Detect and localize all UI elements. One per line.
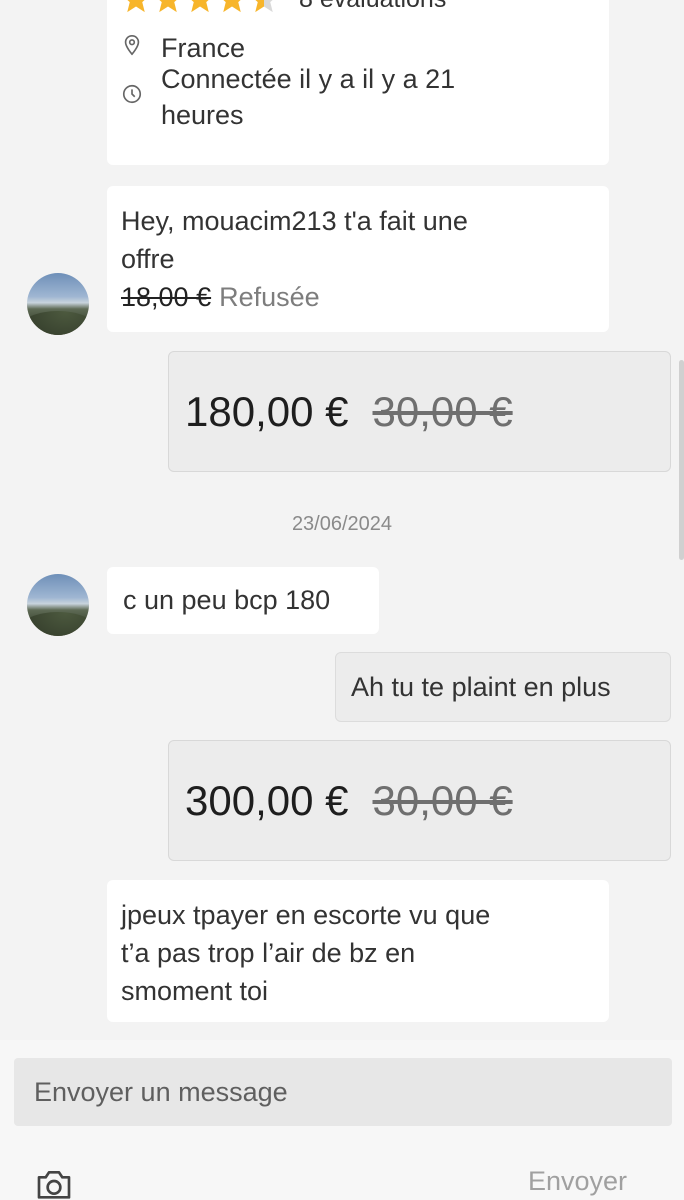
star-icon bbox=[121, 0, 151, 14]
last-seen-row: Connectée il y a il y a 21 heures bbox=[121, 61, 455, 133]
star-icon bbox=[217, 0, 247, 14]
camera-icon[interactable] bbox=[34, 1164, 74, 1200]
date-separator: 23/06/2024 bbox=[291, 513, 393, 535]
rating-row: 8 évaluations bbox=[121, 0, 446, 14]
offer-price-new: 180,00 € bbox=[185, 387, 349, 435]
offer-status-row: 18,00 € Refusée bbox=[121, 278, 595, 316]
offer-price-new: 300,00 € bbox=[185, 776, 349, 824]
scrollbar[interactable] bbox=[679, 360, 684, 560]
last-seen-line-2: heures bbox=[161, 100, 244, 130]
clock-icon bbox=[121, 83, 143, 105]
outgoing-message: Ah tu te plaint en plus bbox=[335, 652, 671, 722]
offer-text-line-2: offre bbox=[121, 244, 175, 274]
offer-status: Refusée bbox=[219, 282, 320, 312]
profile-card: 8 évaluations France Connectée il y a il… bbox=[107, 0, 609, 165]
message-line-1: jpeux tpayer en escorte vu que bbox=[121, 900, 491, 930]
avatar[interactable] bbox=[27, 574, 89, 636]
location-pin-icon bbox=[121, 34, 143, 56]
star-icon bbox=[185, 0, 215, 14]
chat-screen: 8 évaluations France Connectée il y a il… bbox=[0, 0, 684, 1200]
offer-text-line-1: Hey, mouacim213 t'a fait une bbox=[121, 206, 468, 236]
send-button[interactable]: Envoyer bbox=[528, 1166, 627, 1197]
star-icon bbox=[153, 0, 183, 14]
message-line-2: t’a pas trop l’air de bz en bbox=[121, 938, 416, 968]
avatar[interactable] bbox=[27, 273, 89, 335]
price-offer-box[interactable]: 300,00 € 30,00 € bbox=[168, 740, 671, 861]
offer-price-old: 30,00 € bbox=[372, 776, 513, 824]
offer-price-old: 30,00 € bbox=[372, 387, 513, 435]
message-input[interactable] bbox=[14, 1058, 672, 1126]
incoming-message: jpeux tpayer en escorte vu que t’a pas t… bbox=[107, 880, 609, 1022]
offer-amount: 18,00 € bbox=[121, 282, 212, 312]
last-seen-text: Connectée il y a il y a 21 heures bbox=[161, 61, 455, 133]
incoming-message: c un peu bcp 180 bbox=[107, 567, 379, 634]
message-line-3: smoment toi bbox=[121, 976, 269, 1006]
last-seen-line-1: Connectée il y a il y a 21 bbox=[161, 64, 456, 94]
price-offer-box[interactable]: 180,00 € 30,00 € bbox=[168, 351, 671, 472]
half-star-icon bbox=[249, 0, 279, 14]
review-count[interactable]: 8 évaluations bbox=[299, 0, 446, 14]
rating-stars bbox=[121, 0, 279, 14]
offer-message: Hey, mouacim213 t'a fait une offre 18,00… bbox=[107, 186, 609, 332]
offer-text: Hey, mouacim213 t'a fait une offre bbox=[121, 202, 595, 278]
